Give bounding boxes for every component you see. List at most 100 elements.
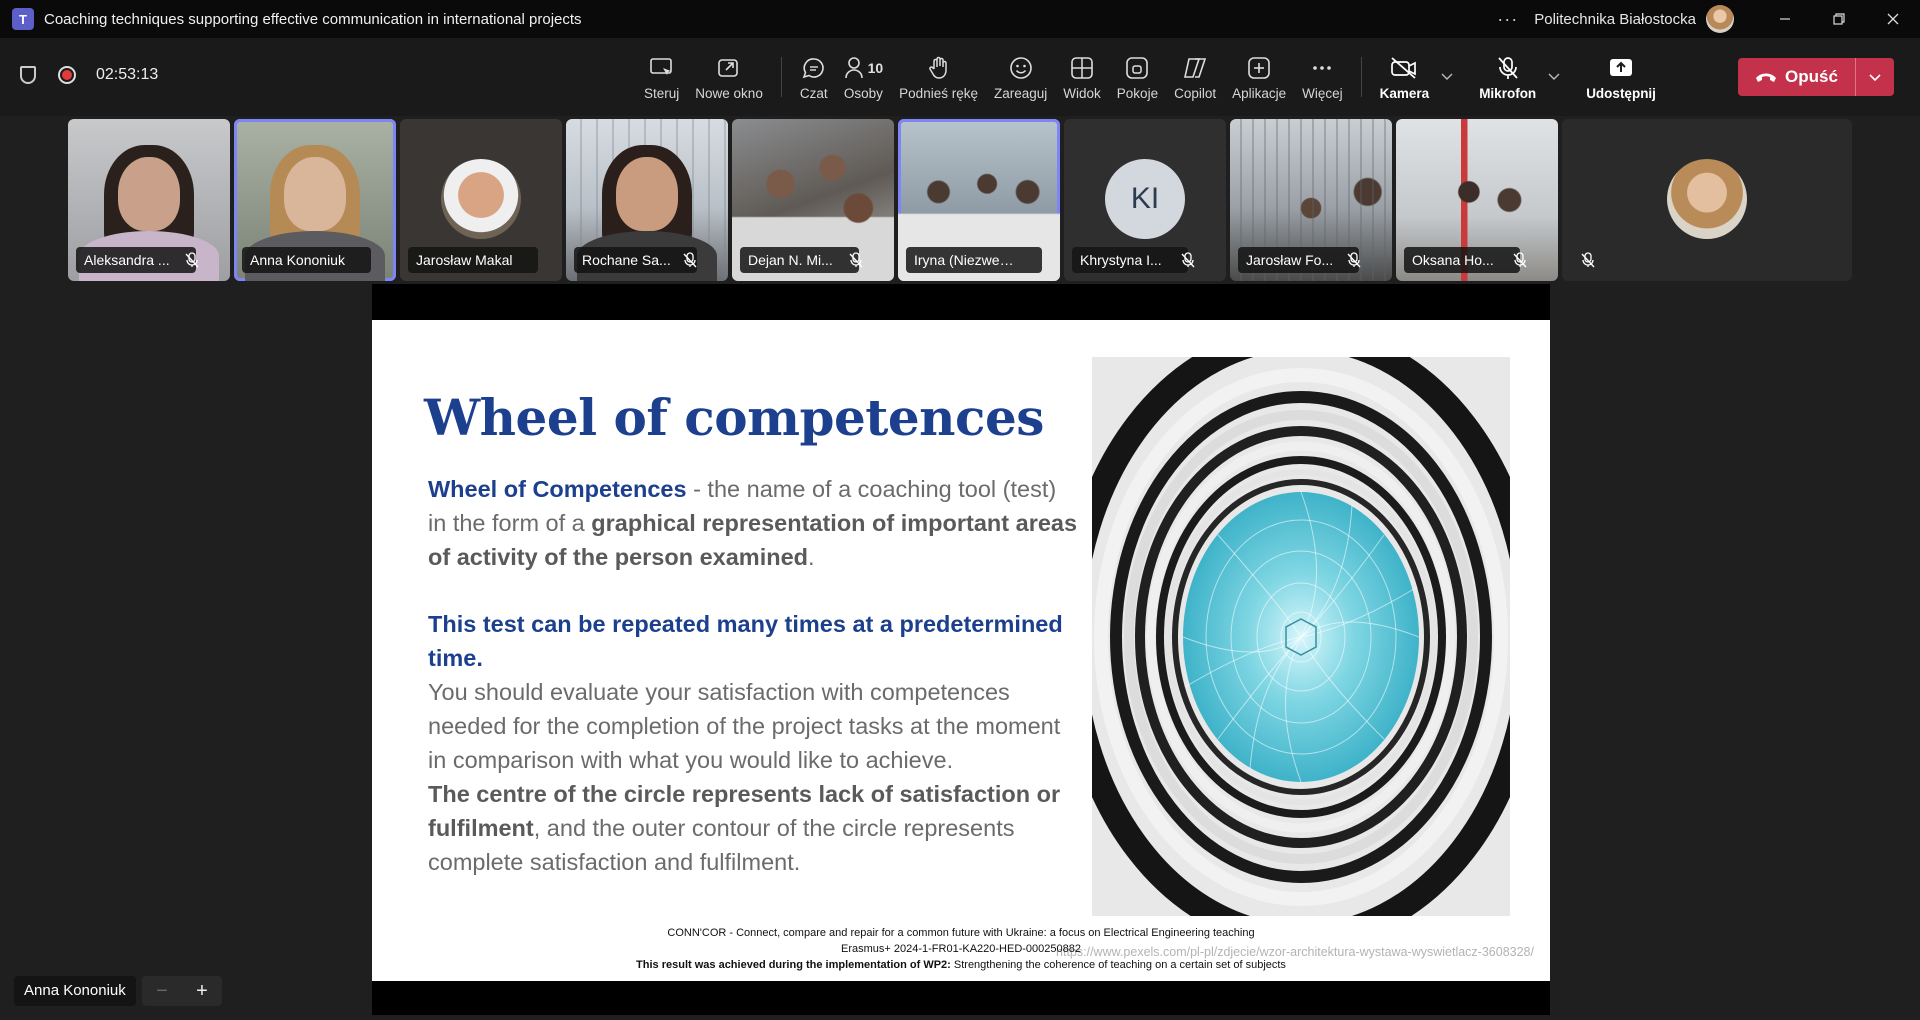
participant-name: Rochane Sa... [574,247,697,273]
footer-project: CONN'COR - Connect, compare and repair f… [667,927,1255,939]
toolbar-divider [780,57,782,97]
participant-name: Dejan N. Mi... [740,247,859,273]
shared-slide: Wheel of competences Wheel of Competence… [372,320,1550,981]
camera-off-icon [1389,54,1419,82]
share-button[interactable]: Udostępnij [1578,38,1664,116]
restore-button[interactable] [1812,0,1866,38]
slide-paragraph-evaluate: You should evaluate your satisfaction wi… [428,679,1061,773]
new-window-label: Nowe okno [695,85,763,101]
participant-face [118,157,180,231]
raise-hand-button[interactable]: Podnieś rękę [891,38,986,116]
leave-button[interactable]: Opuść [1738,58,1894,96]
react-button[interactable]: Zareaguj [986,38,1055,116]
camera-button[interactable]: Kamera [1372,38,1438,116]
dome-photo [1092,357,1510,916]
raise-hand-icon [926,54,952,82]
participant-name: Aleksandra ... [76,247,196,273]
mic-muted-icon [1180,252,1196,268]
footer-result-bold: This result was achieved during the impl… [636,959,951,971]
participant-tile[interactable]: KI Khrystyna I... [1064,119,1226,281]
participant-tile[interactable]: Dejan N. Mi... [732,119,894,281]
footer-grant: Erasmus+ 2024-1-FR01-KA220-HED-000250882 [841,943,1081,955]
footer-result: This result was achieved during the impl… [372,957,1550,973]
minimize-button[interactable] [1758,0,1812,38]
shield-icon[interactable] [20,66,36,84]
organization-name[interactable]: Politechnika Białostocka [1534,11,1696,28]
slide-footer: CONN'COR - Connect, compare and repair f… [372,925,1550,973]
window-title: Coaching techniques supporting effective… [44,10,582,28]
participant-tile[interactable]: Iryna (Niezweryf... [898,119,1060,281]
participant-tile[interactable]: Aleksandra ... [68,119,230,281]
control-icon [649,54,675,82]
mic-muted-icon [848,252,864,268]
more-options-icon[interactable]: ··· [1497,9,1518,30]
participant-name: Jarosław Makal [408,247,539,273]
more-label: Więcej [1302,85,1343,101]
close-button[interactable] [1866,0,1920,38]
apps-button[interactable]: Aplikacje [1224,38,1294,116]
chat-label: Czat [799,85,828,101]
definition-end: . [808,544,815,570]
participant-name: Oksana Ho... [1404,247,1520,273]
leave-main-button[interactable]: Opuść [1738,67,1855,87]
participant-tile[interactable]: Anna Kononiuk [234,119,396,281]
view-button[interactable]: Widok [1055,38,1109,116]
dome-image [1092,357,1510,916]
definition-term: Wheel of Competences [428,476,687,502]
zoom-out-button[interactable]: − [156,980,168,1003]
new-window-button[interactable]: Nowe okno [687,38,771,116]
footer-result-text: Strengthening the coherence of teaching … [950,959,1286,971]
people-icon: 10 [844,54,883,82]
copilot-icon [1181,54,1209,82]
zoom-in-button[interactable]: + [196,980,208,1003]
more-button[interactable]: Więcej [1294,38,1351,116]
participant-name: Anna Kononiuk [242,247,371,273]
rooms-button[interactable]: Pokoje [1109,38,1166,116]
participant-name: Jarosław Fo... [1238,247,1360,273]
copilot-button[interactable]: Copilot [1166,38,1224,116]
participant-tile[interactable]: Oksana Ho... [1396,119,1558,281]
teams-logo-icon: T [12,8,34,30]
restore-icon [1833,13,1845,25]
leave-label: Opuść [1785,67,1838,86]
microphone-options-chevron-icon[interactable] [1548,70,1560,84]
apps-label: Aplikacje [1232,85,1287,101]
share-icon [1607,54,1635,82]
participant-tile-self[interactable] [1562,119,1852,281]
chat-button[interactable]: Czat [792,38,836,116]
participant-tile[interactable]: Rochane Sa... [566,119,728,281]
slide-paragraph-centre: The centre of the circle represents lack… [428,777,1078,879]
participant-name: Iryna (Niezweryf... [906,247,1042,273]
mic-muted-icon [1346,252,1362,268]
control-button[interactable]: Steruj [636,38,687,116]
rooms-icon [1124,54,1150,82]
rooms-label: Pokoje [1116,85,1159,101]
react-icon [1008,54,1034,82]
toolbar-divider [1360,57,1362,97]
recording-icon[interactable] [58,66,76,84]
camera-options-chevron-icon[interactable] [1441,70,1453,84]
microphone-label: Mikrofon [1479,85,1537,101]
share-label: Udostępnij [1586,85,1656,101]
share-letterbox-bottom [372,981,1550,1015]
more-icon [1309,54,1335,82]
slide-paragraph-repeat: This test can be repeated many times at … [428,611,1063,671]
chat-icon [801,54,827,82]
participant-tile[interactable]: Jarosław Fo... [1230,119,1392,281]
slide-title: Wheel of competences [424,388,1044,447]
meeting-toolbar: 02:53:13 Steruj Nowe okno Czat 10 Osoby … [0,38,1920,116]
microphone-button[interactable]: Mikrofon [1471,38,1544,116]
mic-off-icon [1495,54,1521,82]
control-label: Steruj [644,85,680,101]
leave-options-chevron-icon[interactable] [1856,69,1894,85]
participant-tile[interactable]: Jarosław Makal [400,119,562,281]
participant-face [616,157,678,231]
people-button[interactable]: 10 Osoby [836,38,892,116]
camera-label: Kamera [1379,85,1430,101]
participant-face [284,157,346,231]
close-icon [1887,13,1899,25]
user-avatar[interactable] [1706,5,1734,33]
copilot-label: Copilot [1174,85,1217,101]
people-label: Osoby [843,85,883,101]
slide-paragraph-definition: Wheel of Competences - the name of a coa… [428,472,1078,574]
